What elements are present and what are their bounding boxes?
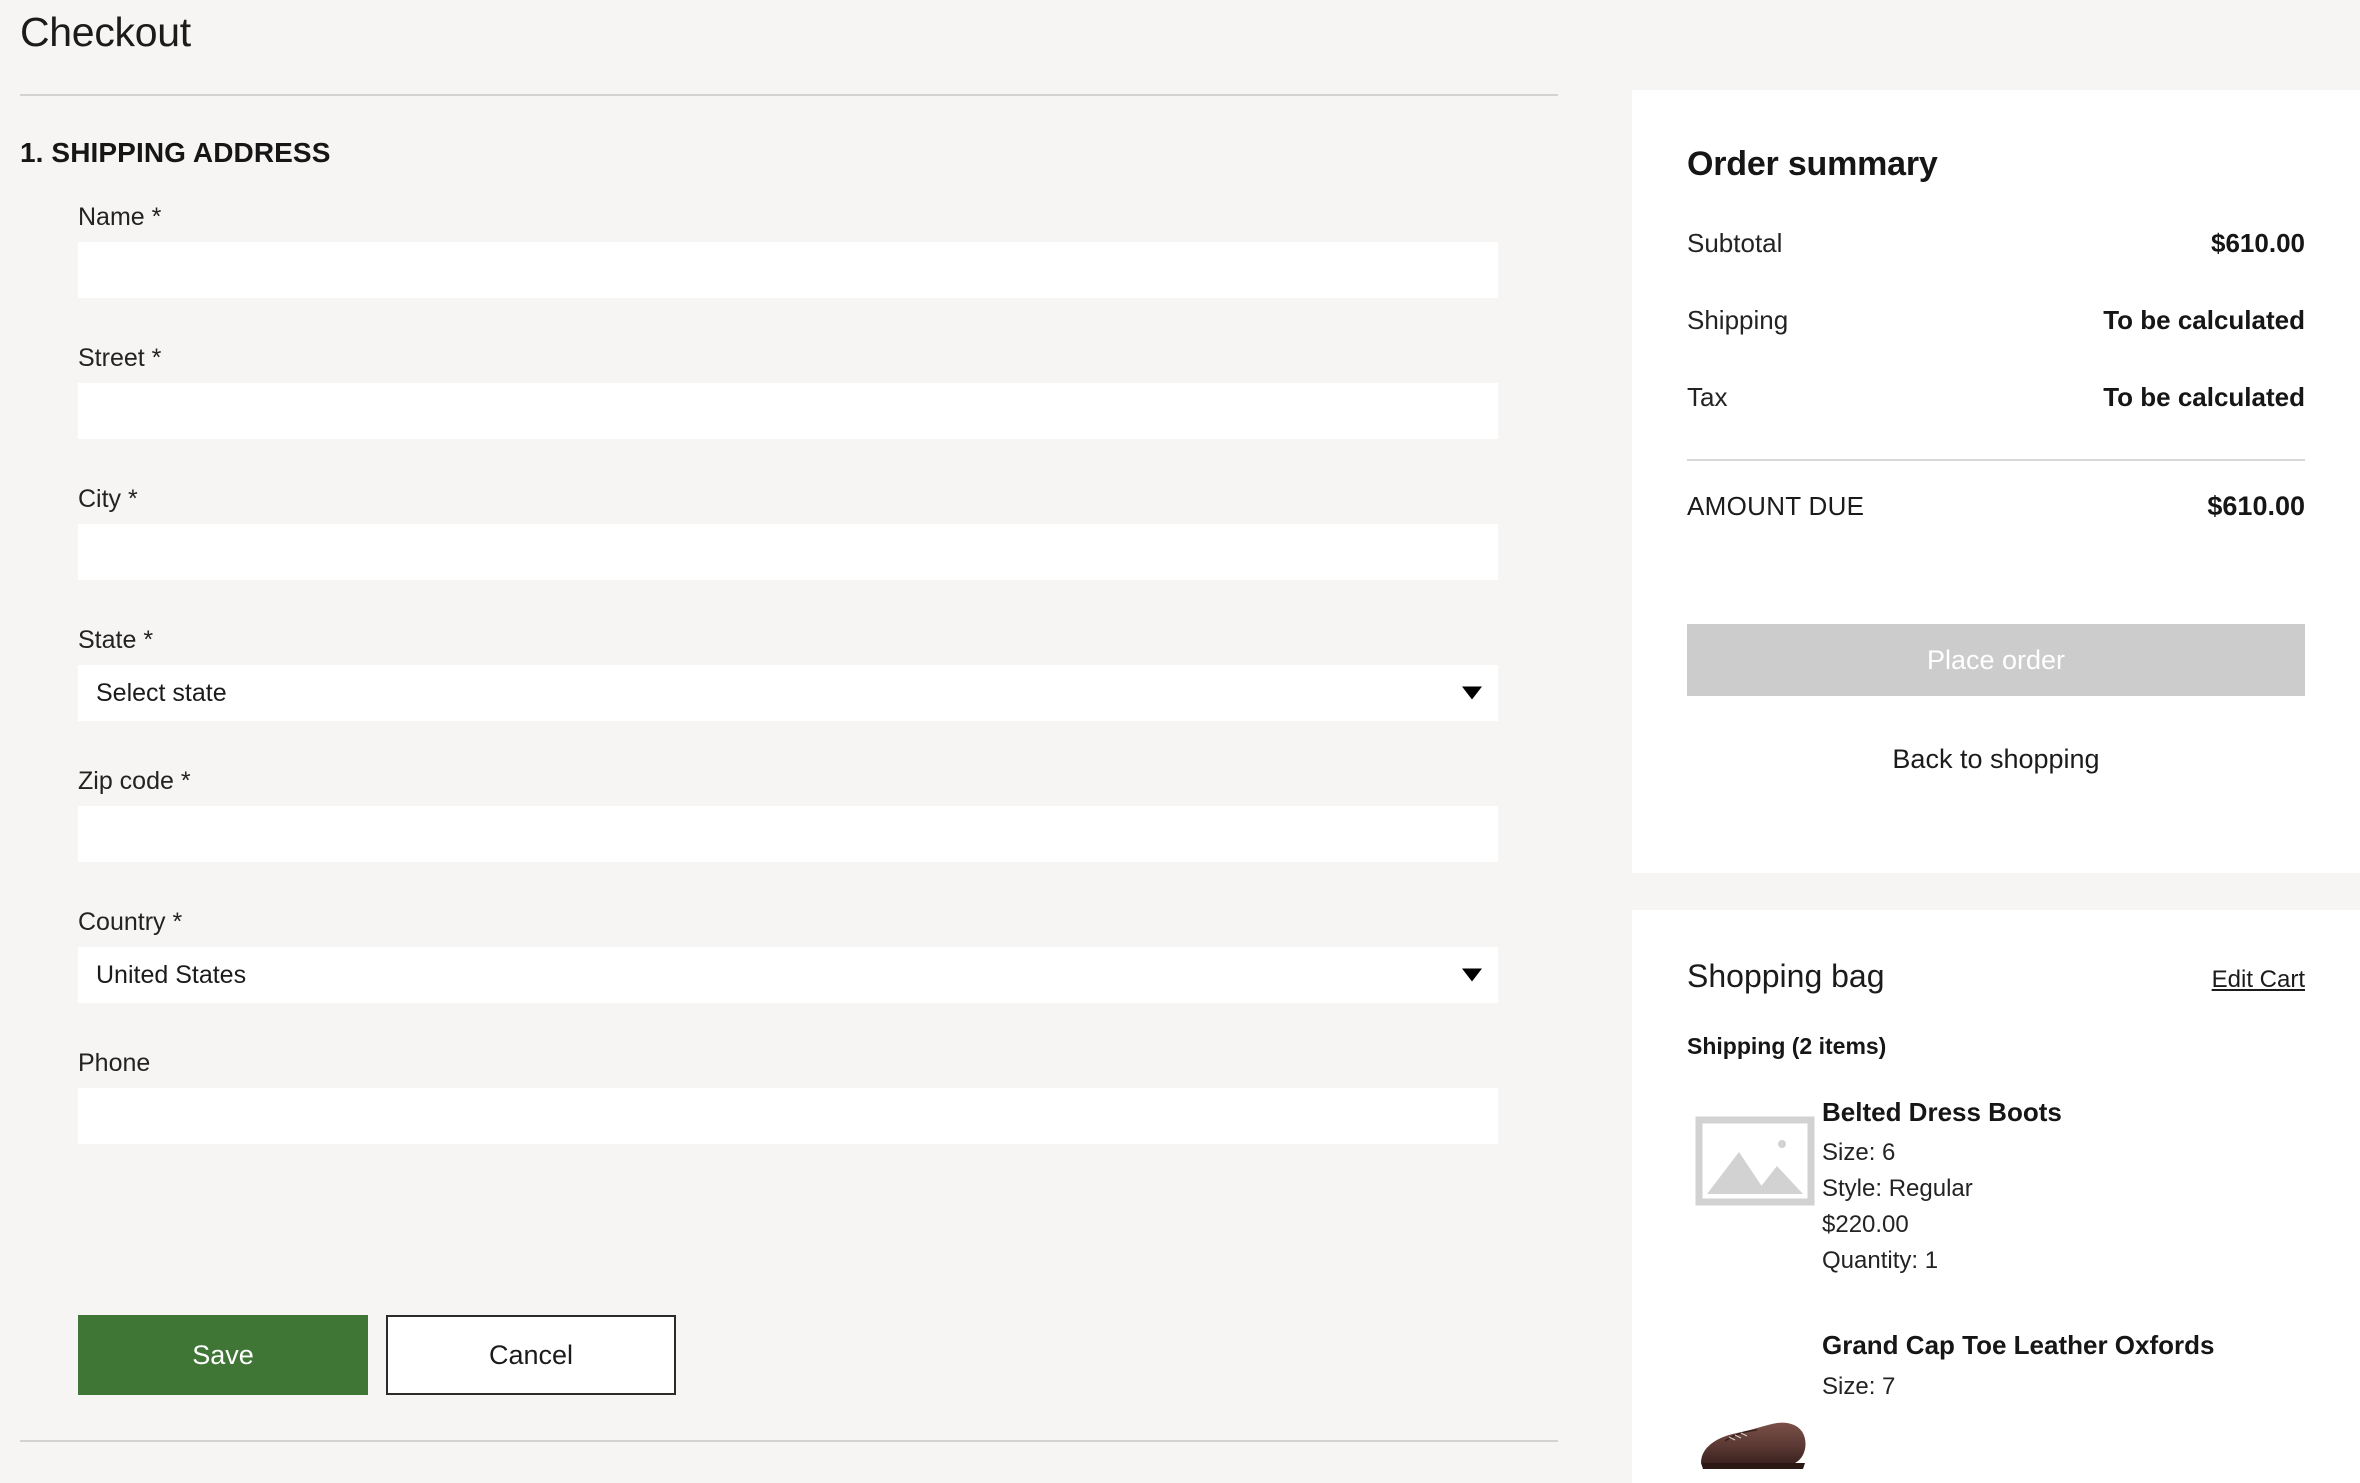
field-street: Street *	[78, 346, 1498, 439]
checkout-sidebar-column: Order summary Subtotal $610.00 Shipping …	[1632, 0, 2360, 1483]
cancel-button[interactable]: Cancel	[386, 1315, 676, 1395]
state-select[interactable]: Select state	[78, 665, 1498, 721]
summary-row-subtotal: Subtotal $610.00	[1687, 228, 2305, 259]
summary-row-shipping: Shipping To be calculated	[1687, 305, 2305, 336]
summary-value-shipping: To be calculated	[2103, 305, 2305, 335]
country-select[interactable]: United States	[78, 947, 1498, 1003]
product-style: Style: Regular	[1822, 1175, 1973, 1203]
field-phone: Phone	[78, 1051, 1498, 1144]
product-name: Belted Dress Boots	[1822, 1097, 2062, 1127]
summary-row-amount-due: AMOUNT DUE $610.00	[1687, 491, 2305, 522]
order-summary-card: Order summary Subtotal $610.00 Shipping …	[1632, 90, 2360, 873]
product-price: $220.00	[1822, 1211, 1909, 1239]
shipping-address-form: Name * Street * City * State * Select st…	[78, 205, 1498, 1144]
product-name: Grand Cap Toe Leather Oxfords	[1822, 1330, 2215, 1361]
field-country: Country * United States	[78, 910, 1498, 1003]
section-bottom-divider	[20, 1440, 1558, 1442]
field-label-city: City *	[78, 485, 138, 513]
phone-input[interactable]	[78, 1088, 1498, 1144]
product-size: Size: 7	[1822, 1372, 1896, 1400]
shipping-group-label: Shipping (2 items)	[1687, 1033, 1887, 1059]
list-item[interactable]: Belted Dress Boots Size: 6 Style: Regula…	[1687, 1094, 2305, 1279]
summary-value-tax: To be calculated	[2103, 382, 2305, 412]
leather-oxford-shoe-photo	[1700, 1422, 1806, 1470]
chevron-down-icon	[1462, 968, 1482, 982]
header-divider	[20, 94, 1558, 96]
save-button[interactable]: Save	[78, 1315, 368, 1395]
shipping-address-heading: 1. SHIPPING ADDRESS	[20, 137, 331, 168]
summary-value-subtotal: $610.00	[2211, 228, 2305, 258]
product-details: Grand Cap Toe Leather Oxfords Size: 7	[1822, 1327, 2305, 1483]
summary-label-shipping: Shipping	[1687, 305, 1789, 335]
checkout-page: Checkout 1. SHIPPING ADDRESS Name * Stre…	[0, 0, 2360, 1483]
field-label-phone: Phone	[78, 1049, 151, 1077]
list-item[interactable]: Grand Cap Toe Leather Oxfords Size: 7	[1687, 1327, 2305, 1483]
place-order-button[interactable]: Place order	[1687, 624, 2305, 696]
summary-row-tax: Tax To be calculated	[1687, 382, 2305, 413]
product-size: Size: 6	[1822, 1139, 1896, 1167]
field-label-name: Name *	[78, 203, 162, 231]
summary-value-amount-due: $610.00	[2207, 491, 2305, 521]
field-state: State * Select state	[78, 628, 1498, 721]
field-city: City *	[78, 487, 1498, 580]
city-input[interactable]	[78, 524, 1498, 580]
summary-label-subtotal: Subtotal	[1687, 228, 1783, 258]
form-actions: Save Cancel	[78, 1315, 676, 1395]
state-select-value: Select state	[78, 665, 1498, 721]
field-label-state: State *	[78, 626, 154, 654]
field-zip-code: Zip code *	[78, 769, 1498, 862]
product-details: Belted Dress Boots Size: 6 Style: Regula…	[1822, 1094, 2305, 1279]
product-quantity: Quantity: 1	[1822, 1247, 1939, 1275]
shopping-bag-title: Shopping bag	[1687, 958, 1885, 994]
summary-divider	[1687, 459, 2305, 461]
country-select-value: United States	[78, 947, 1498, 1003]
summary-label-tax: Tax	[1687, 382, 1728, 412]
field-label-street: Street *	[78, 344, 162, 372]
field-label-zip-code: Zip code *	[78, 767, 191, 795]
chevron-down-icon	[1462, 686, 1482, 700]
shopping-bag-card: Shopping bag Edit Cart Shipping (2 items…	[1632, 910, 2360, 1483]
page-title: Checkout	[20, 9, 191, 55]
zip-code-input[interactable]	[78, 806, 1498, 862]
image-placeholder-icon	[1695, 1116, 1814, 1206]
shopping-bag-header: Shopping bag Edit Cart	[1687, 958, 2305, 995]
product-thumbnail	[1687, 1094, 1822, 1279]
order-summary-title: Order summary	[1687, 145, 1938, 183]
name-input[interactable]	[78, 242, 1498, 298]
checkout-form-column: Checkout 1. SHIPPING ADDRESS Name * Stre…	[0, 0, 1560, 1483]
summary-label-amount-due: AMOUNT DUE	[1687, 491, 1865, 521]
field-label-country: Country *	[78, 908, 183, 936]
street-input[interactable]	[78, 383, 1498, 439]
product-thumbnail	[1687, 1327, 1822, 1483]
back-to-shopping-link[interactable]: Back to shopping	[1687, 744, 2305, 775]
edit-cart-link[interactable]: Edit Cart	[2212, 966, 2305, 994]
field-name: Name *	[78, 205, 1498, 298]
